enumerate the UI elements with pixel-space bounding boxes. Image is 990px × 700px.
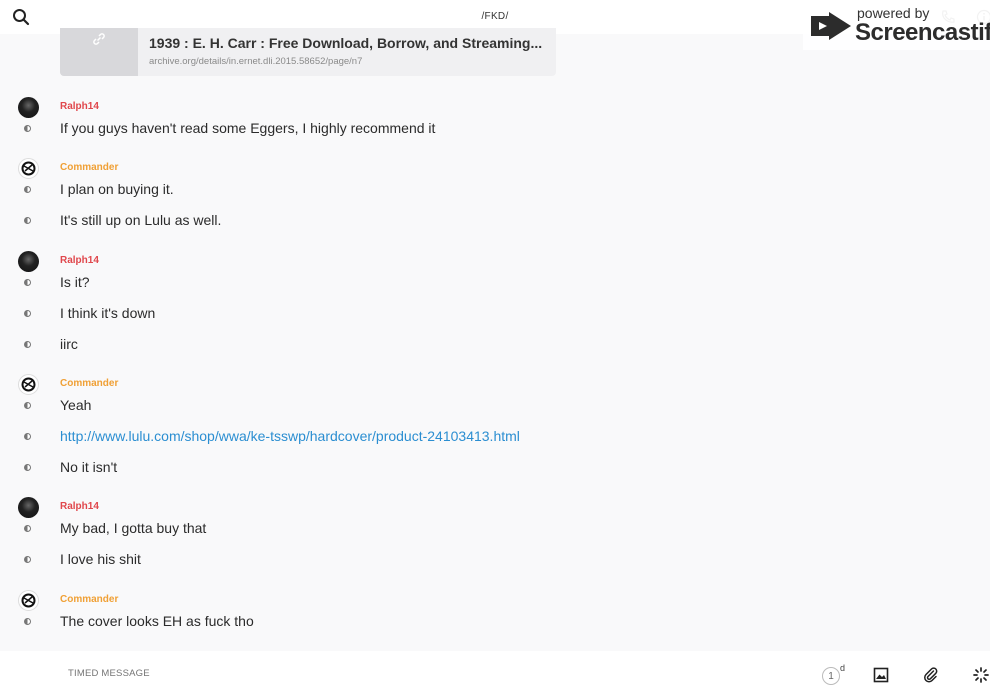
message-status-icon bbox=[24, 310, 31, 317]
message-text: I love his shit bbox=[60, 551, 141, 567]
message-status-icon bbox=[24, 464, 31, 471]
avatar[interactable] bbox=[18, 590, 39, 611]
author-name[interactable]: Commander bbox=[60, 378, 118, 389]
message-text: Yeah bbox=[60, 397, 92, 413]
screencastify-logo bbox=[811, 12, 851, 40]
message-status-icon bbox=[24, 525, 31, 532]
avatar[interactable] bbox=[18, 374, 39, 395]
spinner-icon[interactable] bbox=[973, 667, 989, 683]
message-status-icon bbox=[24, 556, 31, 563]
avatar[interactable] bbox=[18, 97, 39, 118]
message-text: If you guys haven't read some Eggers, I … bbox=[60, 120, 436, 136]
author-name[interactable]: Ralph14 bbox=[60, 101, 99, 112]
message-link[interactable]: http://www.lulu.com/shop/wwa/ke-tsswp/ha… bbox=[60, 428, 520, 444]
message-status-icon bbox=[24, 433, 31, 440]
timer-button[interactable]: 1 d bbox=[822, 663, 848, 687]
message-status-icon bbox=[24, 217, 31, 224]
image-icon[interactable] bbox=[873, 667, 889, 683]
composer-bar: 1 d bbox=[0, 651, 990, 700]
message-text: The cover looks EH as fuck tho bbox=[60, 613, 254, 629]
link-preview-url: archive.org/details/in.ernet.dli.2015.58… bbox=[149, 56, 363, 67]
link-icon bbox=[93, 33, 105, 45]
author-name[interactable]: Ralph14 bbox=[60, 501, 99, 512]
message-input[interactable] bbox=[68, 668, 668, 679]
avatar[interactable] bbox=[18, 251, 39, 272]
message-status-icon bbox=[24, 402, 31, 409]
message-status-icon bbox=[24, 125, 31, 132]
watermark-brand: Screencastify bbox=[855, 19, 990, 46]
message-status-icon bbox=[24, 279, 31, 286]
message-text: My bad, I gotta buy that bbox=[60, 520, 207, 536]
avatar[interactable] bbox=[18, 497, 39, 518]
avatar[interactable] bbox=[18, 158, 39, 179]
message-text: No it isn't bbox=[60, 459, 118, 475]
message-status-icon bbox=[24, 341, 31, 348]
link-preview-thumbnail bbox=[60, 28, 138, 76]
timer-unit: d bbox=[840, 663, 846, 673]
message-text: Is it? bbox=[60, 274, 90, 290]
author-name[interactable]: Commander bbox=[60, 594, 118, 605]
author-name[interactable]: Ralph14 bbox=[60, 255, 99, 266]
message-status-icon bbox=[24, 186, 31, 193]
message-status-icon bbox=[24, 618, 31, 625]
author-name[interactable]: Commander bbox=[60, 162, 118, 173]
paperclip-icon[interactable] bbox=[923, 667, 939, 683]
link-preview-card[interactable]: 1939 : E. H. Carr : Free Download, Borro… bbox=[60, 28, 556, 76]
message-text: iirc bbox=[60, 336, 78, 352]
timer-value: 1 bbox=[822, 667, 840, 685]
message-text: I think it's down bbox=[60, 305, 156, 321]
message-text: I plan on buying it. bbox=[60, 181, 174, 197]
screencastify-watermark: powered by Screencastify bbox=[803, 2, 990, 50]
link-preview-title[interactable]: 1939 : E. H. Carr : Free Download, Borro… bbox=[149, 35, 549, 51]
message-text: It's still up on Lulu as well. bbox=[60, 212, 222, 228]
